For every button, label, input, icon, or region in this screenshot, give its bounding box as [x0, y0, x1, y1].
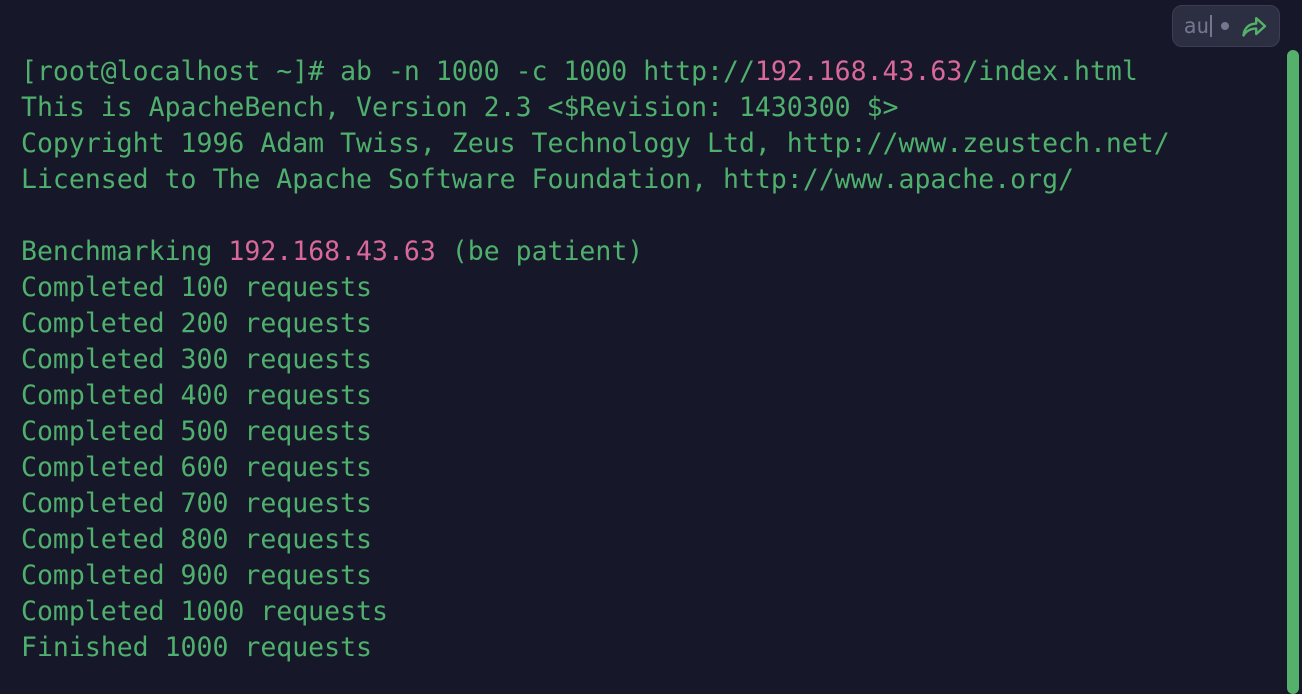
- terminal-line: Completed 200 requests: [21, 306, 1282, 342]
- terminal-line: Licensed to The Apache Software Foundati…: [21, 162, 1282, 198]
- terminal-text: Completed 1000 requests: [21, 596, 388, 627]
- terminal-line: Completed 500 requests: [21, 414, 1282, 450]
- terminal-line: Completed 300 requests: [21, 342, 1282, 378]
- terminal-text: Completed 400 requests: [21, 380, 372, 411]
- terminal-line: Copyright 1996 Adam Twiss, Zeus Technolo…: [21, 126, 1282, 162]
- command-palette-badge[interactable]: au: [1171, 5, 1280, 47]
- terminal-text: Completed 900 requests: [21, 560, 372, 591]
- terminal-line: Completed 700 requests: [21, 486, 1282, 522]
- terminal-text: /index.html: [962, 56, 1138, 87]
- terminal-text: Copyright 1996 Adam Twiss, Zeus Technolo…: [21, 128, 1170, 159]
- terminal-text: Completed 800 requests: [21, 524, 372, 555]
- badge-input-value[interactable]: au: [1184, 15, 1209, 37]
- terminal-text: Benchmarking: [21, 236, 229, 267]
- terminal-text: Finished 1000 requests: [21, 632, 372, 663]
- terminal-line: [root@localhost ~]# ab -n 1000 -c 1000 h…: [21, 54, 1282, 90]
- separator-dot-icon: [1221, 22, 1229, 30]
- terminal-text: Completed 500 requests: [21, 416, 372, 447]
- terminal-line: Completed 600 requests: [21, 450, 1282, 486]
- scrollbar-track[interactable]: [1284, 0, 1302, 694]
- terminal-text: Completed 100 requests: [21, 272, 372, 303]
- terminal-line: Benchmarking 192.168.43.63 (be patient): [21, 234, 1282, 270]
- terminal-line: Completed 800 requests: [21, 522, 1282, 558]
- highlighted-token: 192.168.43.63: [754, 56, 963, 87]
- text-caret: [1210, 15, 1212, 37]
- terminal-text: [root@localhost ~]# ab -n 1000 -c 1000 h…: [21, 56, 755, 87]
- terminal-line: Completed 900 requests: [21, 558, 1282, 594]
- terminal-text: Completed 300 requests: [21, 344, 372, 375]
- terminal-text: (be patient): [435, 236, 644, 267]
- scrollbar-thumb[interactable]: [1287, 50, 1299, 694]
- terminal-line: Finished 1000 requests: [21, 630, 1282, 666]
- terminal-text: Completed 200 requests: [21, 308, 372, 339]
- terminal-line: Completed 100 requests: [21, 270, 1282, 306]
- terminal-line: Completed 400 requests: [21, 378, 1282, 414]
- terminal-line: This is ApacheBench, Version 2.3 <$Revis…: [21, 90, 1282, 126]
- terminal-text: Completed 600 requests: [21, 452, 372, 483]
- terminal-text: Completed 700 requests: [21, 488, 372, 519]
- terminal-text: This is ApacheBench, Version 2.3 <$Revis…: [21, 92, 899, 123]
- highlighted-token: 192.168.43.63: [228, 236, 436, 267]
- terminal-output[interactable]: [root@localhost ~]# ab -n 1000 -c 1000 h…: [0, 0, 1282, 666]
- terminal-text: Licensed to The Apache Software Foundati…: [21, 164, 1074, 195]
- share-arrow-icon[interactable]: [1240, 12, 1268, 40]
- terminal-line: Completed 1000 requests: [21, 594, 1282, 630]
- terminal-window: [root@localhost ~]# ab -n 1000 -c 1000 h…: [0, 0, 1302, 694]
